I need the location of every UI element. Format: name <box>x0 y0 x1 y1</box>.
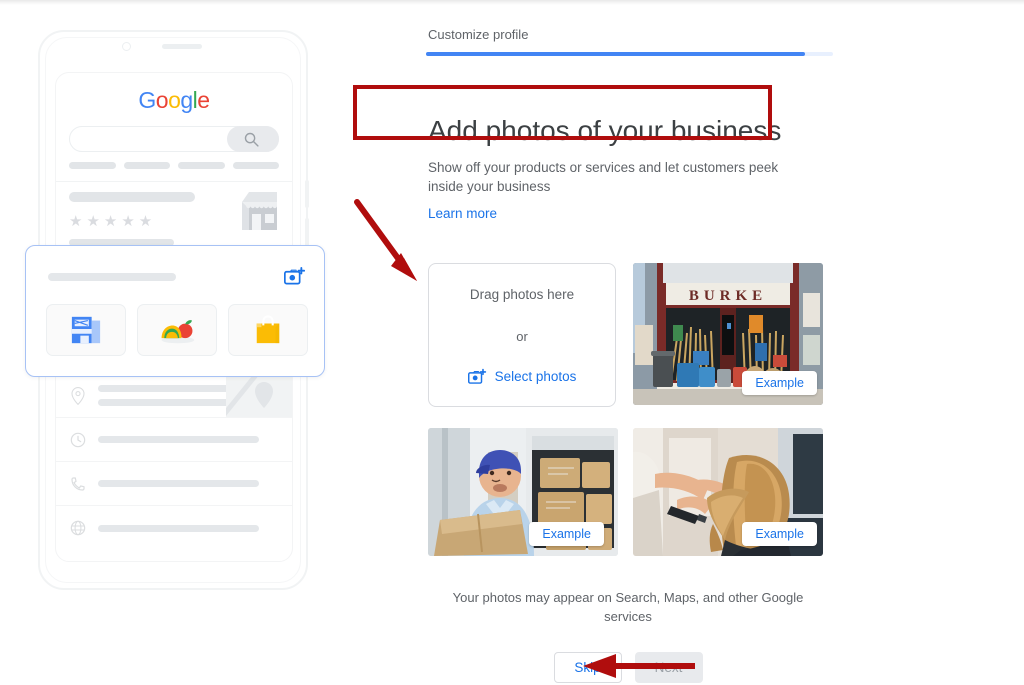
location-pin-icon <box>71 386 85 405</box>
example-badge: Example <box>742 371 817 395</box>
example-photo-storefront[interactable]: BURKE Example <box>633 263 823 405</box>
phone-preview-pane: Google ★★★★★ <box>0 0 360 685</box>
dropzone-drag-text: Drag photos here <box>469 287 575 302</box>
progress-bar-track <box>426 52 833 56</box>
page-subtitle: Show off your products or services and l… <box>428 160 779 194</box>
step-label: Customize profile <box>428 27 529 42</box>
placeholder-lines <box>98 436 292 443</box>
clock-icon <box>70 432 86 447</box>
camera-plus-icon[interactable] <box>284 266 306 286</box>
info-row-website <box>56 506 292 550</box>
learn-more-link[interactable]: Learn more <box>428 206 497 221</box>
shopping-bag-tile-icon <box>256 315 280 344</box>
example-photo-delivery[interactable]: Example <box>428 428 618 556</box>
annotation-arrow-to-dropzone <box>354 199 417 281</box>
google-logo: Google <box>138 87 210 113</box>
select-photos-button[interactable]: Select photos <box>429 368 615 385</box>
map-thumbnail <box>226 374 292 417</box>
photo-category-tiles <box>46 304 308 356</box>
highlighted-photos-card <box>25 245 325 377</box>
example-photo-salon[interactable]: Example <box>633 428 823 556</box>
storefront-tile-icon <box>71 316 101 344</box>
placeholder-lines <box>98 480 292 487</box>
page-title: Add photos of your business <box>428 114 782 146</box>
placeholder-bar <box>48 273 176 281</box>
preview-chip-row <box>69 162 279 169</box>
placeholder-chip <box>69 162 116 169</box>
tile-shopping-bag[interactable] <box>228 304 308 356</box>
placeholder-lines <box>98 524 292 532</box>
preview-info-rows <box>56 374 292 550</box>
preview-search-bar <box>69 126 279 152</box>
example-badge: Example <box>742 522 817 546</box>
main-content: Customize profile Add photos of your bus… <box>420 0 1024 685</box>
info-row-address <box>56 374 292 418</box>
camera-plus-icon <box>467 368 486 384</box>
phone-camera-dot <box>122 42 131 51</box>
photos-visibility-note: Your photos may appear on Search, Maps, … <box>452 590 804 624</box>
placeholder-chip <box>232 162 279 169</box>
wizard-actions: Skip Next <box>428 652 828 683</box>
placeholder-chip <box>123 162 170 169</box>
info-row-hours <box>56 418 292 462</box>
next-button[interactable]: Next <box>634 652 703 683</box>
search-button <box>227 126 279 152</box>
photo-dropzone[interactable]: Drag photos here or Select photos <box>428 263 616 407</box>
select-photos-label: Select photos <box>494 369 577 384</box>
skip-button[interactable]: Skip <box>553 652 622 683</box>
info-row-phone <box>56 462 292 506</box>
dropzone-or-text: or <box>516 329 528 344</box>
svg-text:BURKE: BURKE <box>689 288 767 304</box>
food-tile-icon <box>161 320 195 344</box>
tile-food[interactable] <box>137 304 217 356</box>
storefront-icon <box>242 192 277 230</box>
phone-side-button-upper <box>305 180 309 208</box>
globe-icon <box>70 520 86 536</box>
search-icon <box>244 132 259 147</box>
example-badge: Example <box>529 522 604 546</box>
phone-icon <box>71 476 85 491</box>
progress-bar-fill <box>426 52 805 56</box>
tile-storefront[interactable] <box>46 304 126 356</box>
phone-speaker-slot <box>162 44 202 49</box>
placeholder-chip <box>178 162 225 169</box>
placeholder-title-bar <box>69 192 195 202</box>
